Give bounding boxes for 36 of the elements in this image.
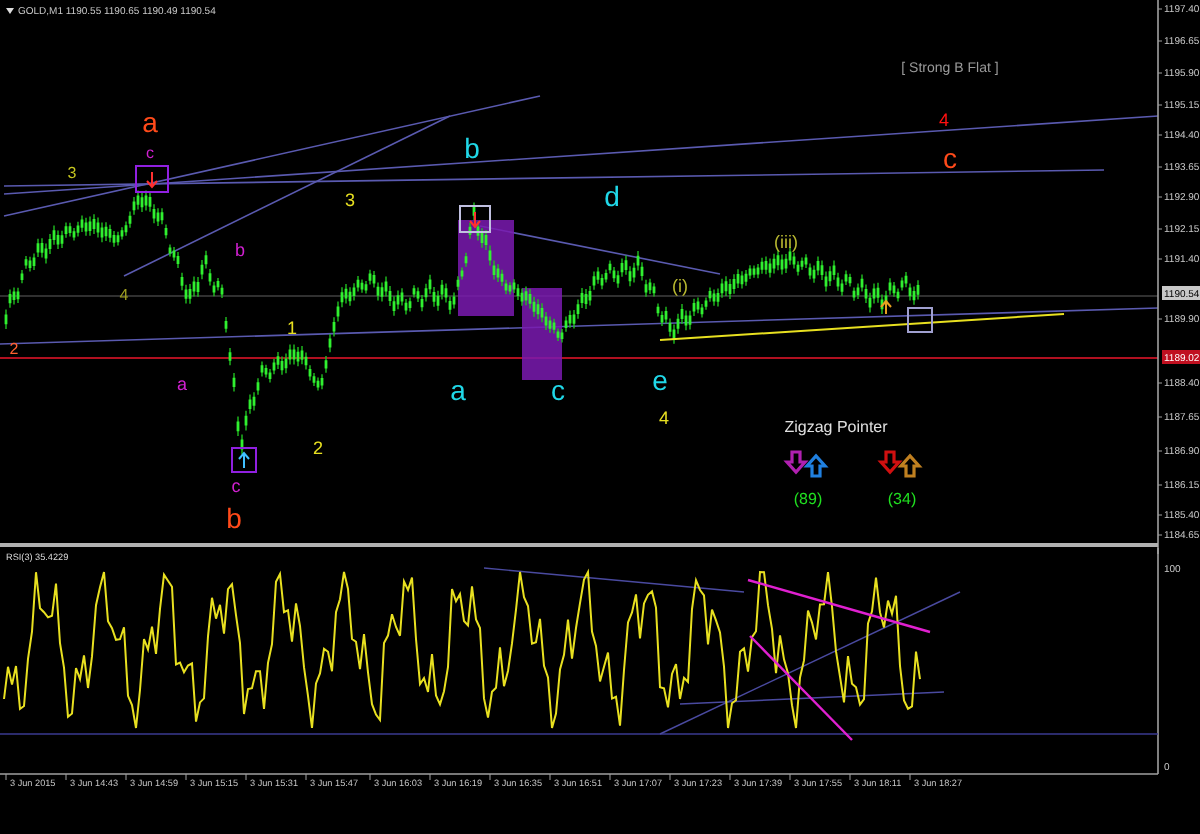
arrow-up-icon: [880, 299, 892, 315]
legend-count: (34): [887, 490, 917, 508]
marker-box: [231, 447, 257, 473]
legend-title: Zigzag Pointer: [784, 418, 888, 436]
wave-label: b: [235, 240, 245, 260]
wave-label: (i): [672, 276, 688, 296]
wave-label: 2: [313, 438, 323, 458]
wave-label: 4: [939, 110, 949, 130]
marker-box: [459, 205, 491, 233]
wave-label: 1: [287, 318, 297, 338]
wave-label: 4: [119, 286, 129, 304]
wave-label: a: [177, 374, 187, 394]
wave-label: b: [226, 502, 242, 534]
wave-label: 3: [67, 164, 77, 182]
marker-box: [907, 307, 933, 333]
wave-label: c: [551, 374, 565, 406]
arrow-up-icon: [238, 451, 250, 469]
marker-box: [135, 165, 169, 193]
arrow-down-icon: [469, 211, 481, 229]
wave-label: 4: [659, 408, 669, 428]
wave-label: e: [652, 364, 668, 396]
arrow-down-icon: [146, 171, 158, 189]
wave-label: (iii): [774, 232, 798, 252]
legend-count: (89): [793, 490, 823, 508]
zone-highlight: [458, 220, 514, 316]
wave-label: d: [604, 180, 620, 212]
wave-label: a: [142, 106, 158, 138]
wave-label: b: [464, 132, 480, 164]
zone-highlight: [522, 288, 562, 380]
wave-label: c: [231, 476, 241, 496]
wave-label: c: [943, 142, 957, 174]
wave-label: a: [450, 374, 466, 406]
wave-label: c: [146, 144, 154, 162]
price-triangle-icon: [6, 8, 14, 14]
wave-label: 2: [9, 340, 19, 358]
wave-label: 3: [345, 190, 355, 210]
